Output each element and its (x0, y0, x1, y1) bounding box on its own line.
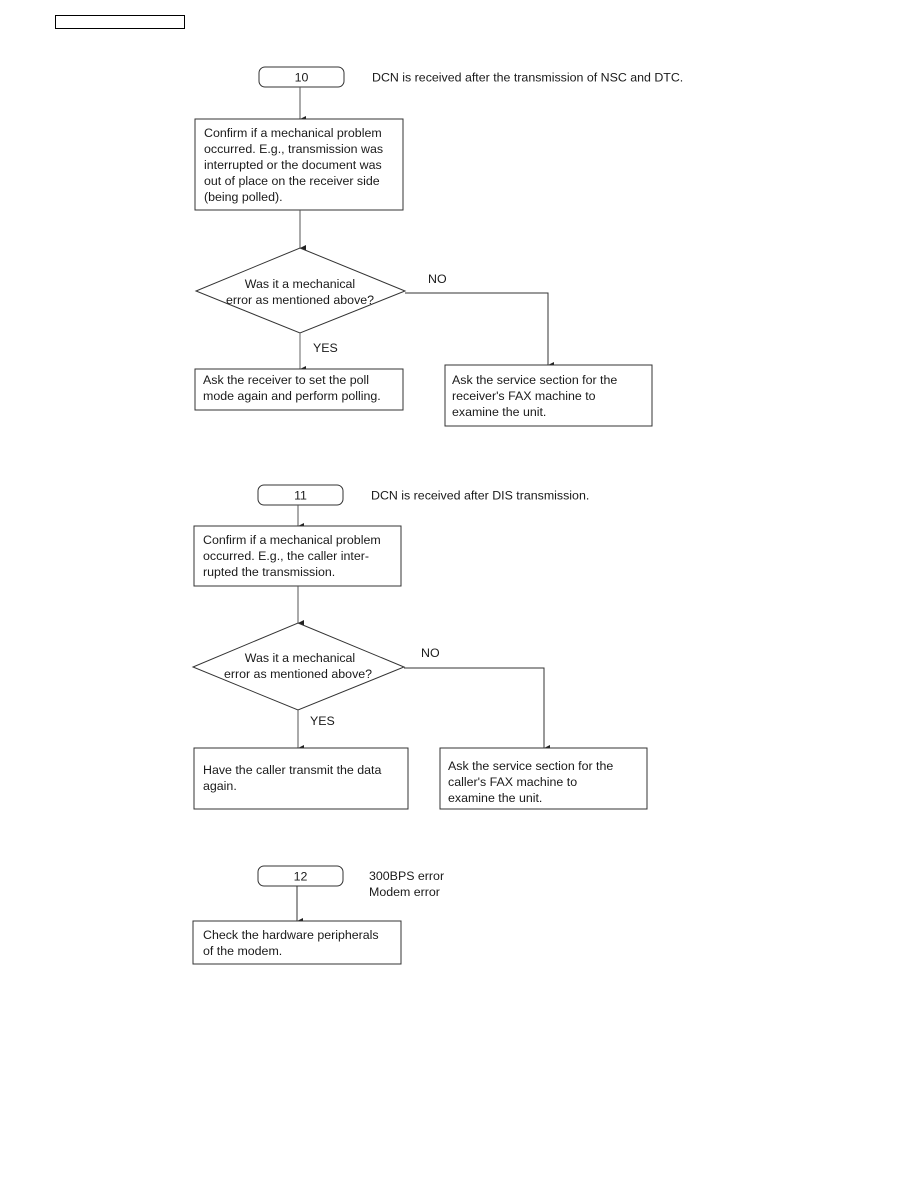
section-12: 12 300BPS error Modem error Check the ha… (192, 865, 444, 965)
check-step-line: rupted the transmission. (203, 565, 335, 579)
yes-action-line: mode again and perform polling. (203, 389, 381, 403)
flowchart: 10 DCN is received after the transmissio… (191, 66, 683, 965)
no-action-line: examine the unit. (452, 405, 546, 419)
yes-action-line: Have the caller transmit the data (203, 763, 381, 777)
decision-line: Was it a mechanical (245, 277, 355, 291)
section-11: 11 DCN is received after DIS transmissio… (191, 484, 648, 810)
no-label: NO (421, 646, 440, 660)
decision-line: Was it a mechanical (245, 651, 355, 665)
check-step-line: (being polled). (204, 190, 283, 204)
yes-label: YES (313, 341, 338, 355)
check-step-line: of the modem. (203, 944, 282, 958)
terminal-10-label: 10 (295, 71, 309, 85)
no-action-line: examine the unit. (448, 791, 542, 805)
check-step-line: occurred. E.g., transmission was (204, 142, 383, 156)
no-action-line: Ask the service section for the (448, 759, 613, 773)
section-10-description: DCN is received after the transmission o… (372, 71, 683, 85)
no-action-line: caller's FAX machine to (448, 775, 577, 789)
section-12-description-line: Modem error (369, 885, 440, 899)
check-step-line: Check the hardware peripherals (203, 928, 379, 942)
no-connector (404, 667, 550, 751)
no-connector (405, 292, 554, 368)
terminal-12-label: 12 (294, 870, 308, 884)
check-step-line: Confirm if a mechanical problem (204, 126, 382, 140)
check-step-line: interrupted or the document was (204, 158, 382, 172)
check-step-line: Confirm if a mechanical problem (203, 533, 381, 547)
no-label: NO (428, 272, 447, 286)
yes-action-line: again. (203, 779, 237, 793)
yes-label: YES (310, 714, 335, 728)
terminal-11-label: 11 (294, 489, 307, 503)
decision-line: error as mentioned above? (226, 293, 374, 307)
yes-action-line: Ask the receiver to set the poll (203, 373, 369, 387)
no-action-line: receiver's FAX machine to (452, 389, 596, 403)
no-action-line: Ask the service section for the (452, 373, 617, 387)
decision-line: error as mentioned above? (224, 667, 372, 681)
section-12-description-line: 300BPS error (369, 869, 444, 883)
section-10: 10 DCN is received after the transmissio… (194, 66, 683, 427)
check-step-line: occurred. E.g., the caller inter- (203, 549, 369, 563)
check-step-line: out of place on the receiver side (204, 174, 380, 188)
section-11-description: DCN is received after DIS transmission. (371, 489, 589, 503)
